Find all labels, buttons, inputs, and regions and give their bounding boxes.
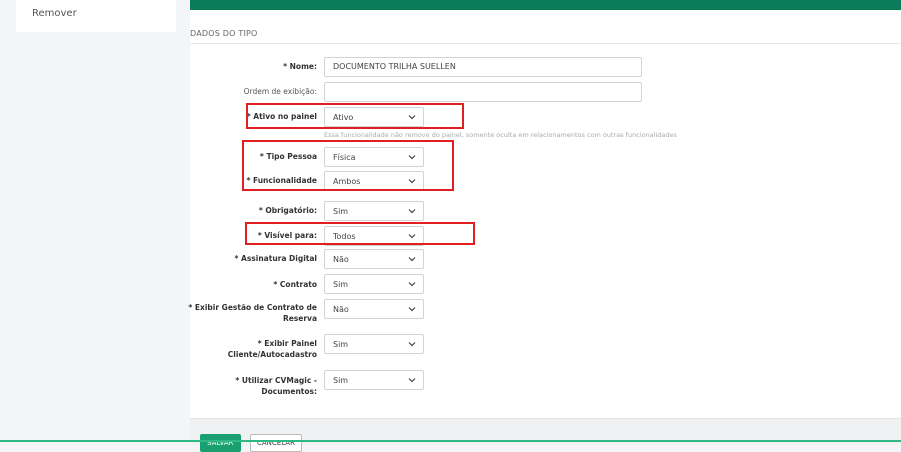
divider bbox=[190, 43, 901, 44]
cvmagic-select[interactable]: Sim bbox=[324, 370, 424, 390]
sidebar-menu: Remover bbox=[16, 0, 176, 32]
cvmagic-label: * Utilizar CVMagic - Documentos: bbox=[117, 375, 317, 397]
main-content: DADOS DO TIPO * Nome: DOCUMENTO TRILHA S… bbox=[188, 0, 901, 452]
header-bar bbox=[190, 0, 901, 10]
obrigatorio-value: Sim bbox=[333, 207, 349, 216]
contrato-label: * Contrato bbox=[273, 280, 317, 289]
cvmagic-value: Sim bbox=[333, 376, 349, 385]
exibir-gestao-label-line2: Reserva bbox=[282, 314, 317, 323]
nome-label: * Nome: bbox=[283, 62, 317, 71]
highlight-box bbox=[242, 140, 454, 191]
exibir-gestao-label: * Exibir Gestão de Contrato de Reserva bbox=[117, 302, 317, 324]
assinatura-digital-label: * Assinatura Digital bbox=[234, 254, 318, 263]
cvmagic-label-line1: * Utilizar CVMagic - bbox=[235, 376, 317, 385]
obrigatorio-select[interactable]: Sim bbox=[324, 201, 424, 221]
ativo-painel-hint: Essa funcionalidade não remove do painel… bbox=[324, 131, 677, 139]
chevron-down-icon bbox=[408, 209, 416, 214]
cancel-button[interactable]: CANCELAR bbox=[250, 434, 302, 452]
bottom-accent-line bbox=[0, 440, 901, 442]
sidebar-item-remover[interactable]: Remover bbox=[32, 8, 77, 19]
assinatura-digital-select[interactable]: Não bbox=[324, 249, 424, 269]
section-title: DADOS DO TIPO bbox=[190, 29, 258, 38]
exibir-painel-value: Sim bbox=[333, 340, 349, 349]
chevron-down-icon bbox=[408, 378, 416, 383]
contrato-value: Sim bbox=[333, 280, 349, 289]
ordem-label: Ordem de exibição: bbox=[243, 87, 317, 96]
exibir-gestao-select[interactable]: Não bbox=[324, 299, 424, 319]
obrigatorio-label: * Obrigatório: bbox=[258, 206, 317, 215]
nome-input[interactable]: DOCUMENTO TRILHA SUELLEN bbox=[324, 57, 642, 77]
exibir-gestao-value: Não bbox=[333, 305, 349, 314]
cvmagic-label-line2: Documentos: bbox=[261, 387, 317, 396]
exibir-painel-label-line2: Cliente/Autocadastro bbox=[227, 350, 317, 359]
highlight-box bbox=[246, 103, 464, 129]
ordem-input[interactable] bbox=[324, 82, 642, 102]
save-button[interactable]: SALVAR bbox=[200, 434, 241, 452]
contrato-select[interactable]: Sim bbox=[324, 274, 424, 294]
exibir-gestao-label-line1: * Exibir Gestão de Contrato de bbox=[188, 303, 317, 312]
chevron-down-icon bbox=[408, 257, 416, 262]
exibir-painel-label: * Exibir Painel Cliente/Autocadastro bbox=[117, 338, 317, 360]
assinatura-digital-value: Não bbox=[333, 255, 349, 264]
chevron-down-icon bbox=[408, 307, 416, 312]
exibir-painel-label-line1: * Exibir Painel bbox=[257, 339, 317, 348]
exibir-painel-select[interactable]: Sim bbox=[324, 334, 424, 354]
highlight-box bbox=[245, 222, 475, 245]
chevron-down-icon bbox=[408, 282, 416, 287]
chevron-down-icon bbox=[408, 342, 416, 347]
